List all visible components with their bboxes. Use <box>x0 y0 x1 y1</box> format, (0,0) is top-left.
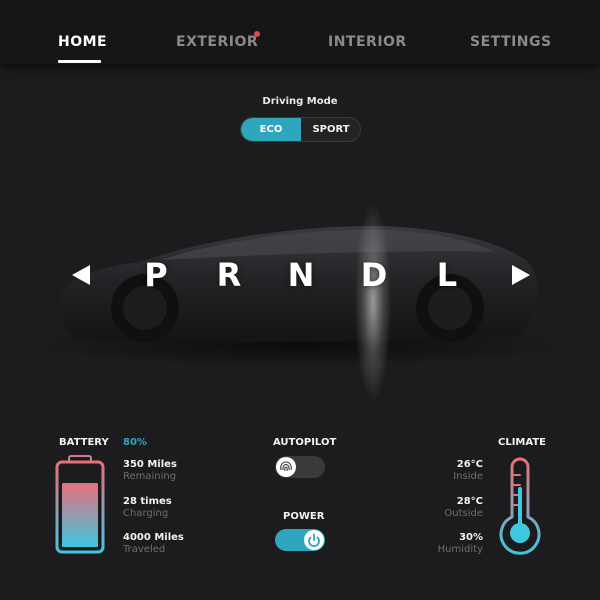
power-icon <box>308 533 320 547</box>
power-knob <box>304 530 324 550</box>
battery-stat-label: Remaining <box>123 471 177 482</box>
climate-stat-label: Outside <box>444 508 483 519</box>
gear-n[interactable]: N <box>286 256 316 294</box>
gear-p[interactable]: P <box>141 256 171 294</box>
tab-home[interactable]: HOME <box>58 34 107 50</box>
tab-settings[interactable]: SETTINGS <box>470 34 552 50</box>
climate-title: CLIMATE <box>498 437 546 448</box>
climate-stat-label: Humidity <box>437 544 483 555</box>
autopilot-knob <box>276 457 296 477</box>
gear-l[interactable]: L <box>432 256 462 294</box>
gear-d[interactable]: D <box>359 256 389 294</box>
battery-stat-value: 4000 Miles <box>123 532 184 543</box>
climate-stat-label: Inside <box>453 471 483 482</box>
climate-stat-value: 28°C <box>456 496 483 507</box>
active-tab-indicator <box>58 60 101 63</box>
notification-dot <box>254 31 260 37</box>
autopilot-title: AUTOPILOT <box>273 437 337 448</box>
autopilot-toggle[interactable] <box>275 456 325 478</box>
battery-stat-value: 28 times <box>123 496 172 507</box>
thermometer-icon <box>499 457 541 555</box>
driving-mode-toggle: ECO SPORT <box>240 117 361 142</box>
tab-exterior[interactable]: EXTERIOR <box>176 34 258 50</box>
battery-stat-value: 350 Miles <box>123 459 177 470</box>
eco-mode-button[interactable]: ECO <box>241 118 301 141</box>
battery-stat-label: Traveled <box>123 544 166 555</box>
gear-selector: P R N D L <box>0 256 600 296</box>
fingerprint-icon <box>280 461 292 472</box>
sport-mode-button[interactable]: SPORT <box>301 118 360 141</box>
climate-stat-value: 30% <box>459 532 483 543</box>
driving-mode-title: Driving Mode <box>262 96 338 107</box>
climate-stat-value: 26°C <box>456 459 483 470</box>
battery-icon <box>55 455 105 554</box>
power-title: POWER <box>283 511 325 522</box>
gear-r[interactable]: R <box>214 256 244 294</box>
battery-percent: 80% <box>123 437 147 448</box>
tab-interior[interactable]: INTERIOR <box>328 34 407 50</box>
battery-stat-label: Charging <box>123 508 169 519</box>
power-toggle[interactable] <box>275 529 325 551</box>
top-navigation: HOME EXTERIOR INTERIOR SETTINGS <box>0 0 600 64</box>
battery-title: BATTERY <box>59 437 109 448</box>
